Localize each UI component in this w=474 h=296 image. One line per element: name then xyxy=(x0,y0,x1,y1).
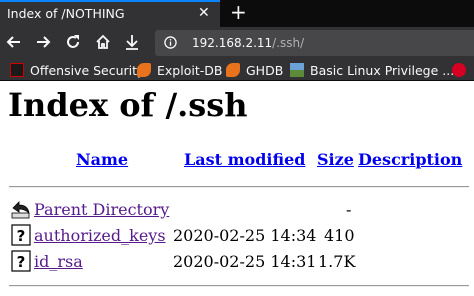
column-header-size[interactable]: Size xyxy=(317,150,354,169)
red-circle-icon xyxy=(452,63,466,77)
back-folder-icon xyxy=(11,201,30,219)
bookmark-basic-linux-privilege[interactable]: Basic Linux Privilege ... xyxy=(290,62,454,78)
column-header-last-modified[interactable]: Last modified xyxy=(184,150,305,169)
unknown-file-icon: ? xyxy=(11,250,31,272)
tab-title: Index of /NOTHING xyxy=(7,6,125,21)
info-icon[interactable] xyxy=(164,36,177,49)
close-icon[interactable]: ✕ xyxy=(198,5,210,21)
url-host: 192.168.2.11 xyxy=(192,36,273,50)
column-header-description[interactable]: Description xyxy=(358,150,462,169)
download-icon[interactable] xyxy=(121,31,143,53)
forward-arrow-icon[interactable] xyxy=(32,31,54,53)
file-link-authorized-keys[interactable]: authorized_keys xyxy=(34,226,166,245)
svg-text:?: ? xyxy=(17,227,26,245)
image-icon xyxy=(290,63,304,77)
bookmark-ghdb[interactable]: GHDB xyxy=(226,62,283,78)
divider xyxy=(9,186,469,188)
file-modified: 2020-02-25 14:34 xyxy=(173,226,317,245)
bookmark-offensive-security[interactable]: Offensive Security xyxy=(10,62,144,78)
offensive-security-icon xyxy=(10,63,24,77)
bookmark-label: Basic Linux Privilege ... xyxy=(310,62,455,78)
reload-icon[interactable] xyxy=(62,31,84,53)
file-size: 410 xyxy=(324,226,355,245)
file-link-id-rsa[interactable]: id_rsa xyxy=(34,252,83,271)
bookmark-exploit-db[interactable]: Exploit-DB xyxy=(137,62,222,78)
bookmark-label: Exploit-DB xyxy=(157,62,223,78)
svg-text:?: ? xyxy=(17,253,26,271)
file-modified: 2020-02-25 14:31 xyxy=(173,252,317,271)
column-header-name[interactable]: Name xyxy=(76,150,128,169)
tab-bar: Index of /NOTHING ✕ + xyxy=(0,0,474,27)
nav-bar: 192.168.2.11/.ssh/ xyxy=(0,27,474,59)
url-text: 192.168.2.11/.ssh/ xyxy=(192,36,304,50)
back-arrow-icon[interactable] xyxy=(3,31,25,53)
bookmark-label: GHDB xyxy=(246,62,284,78)
parent-size: - xyxy=(346,200,352,219)
parent-directory-link[interactable]: Parent Directory xyxy=(34,200,169,219)
url-bar[interactable]: 192.168.2.11/.ssh/ xyxy=(155,30,474,56)
bookmarks-bar: Offensive Security Exploit-DB GHDB Basic… xyxy=(0,59,474,81)
bookmark-label: Offensive Security xyxy=(30,62,145,78)
divider xyxy=(9,285,469,287)
page-title: Index of /.ssh xyxy=(8,86,248,124)
file-size: 1.7K xyxy=(318,252,356,271)
exploit-db-icon xyxy=(137,63,151,77)
bookmark-overflow[interactable] xyxy=(452,62,472,78)
new-tab-icon[interactable]: + xyxy=(230,0,247,24)
ghdb-icon xyxy=(226,63,240,77)
unknown-file-icon: ? xyxy=(11,224,31,246)
active-tab[interactable]: Index of /NOTHING ✕ xyxy=(0,0,220,27)
home-icon[interactable] xyxy=(92,31,114,53)
url-path: /.ssh/ xyxy=(272,36,305,50)
